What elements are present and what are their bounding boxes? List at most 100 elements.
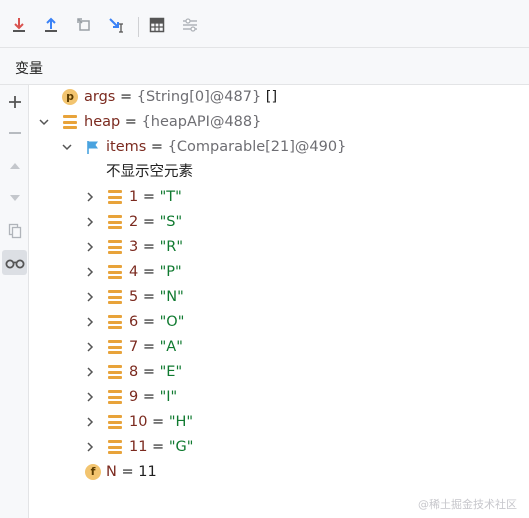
tree-row-text: 3 = "R" (129, 235, 183, 260)
string-value: "N" (159, 289, 184, 305)
variable-name: heap (84, 114, 121, 130)
array-index: 3 (129, 239, 139, 255)
tree-row-heap[interactable]: heap = {heapAPI@488} (30, 110, 529, 135)
array-index: 6 (129, 314, 139, 330)
add-icon (8, 95, 21, 108)
field-stack-icon (107, 289, 123, 305)
chevron-right-icon[interactable] (84, 366, 96, 378)
parameter-icon: p (62, 89, 78, 105)
debug-toolbar (0, 0, 529, 48)
chevron-down-icon[interactable] (38, 116, 50, 128)
field-stack-icon (107, 414, 123, 430)
chevron-right-icon[interactable] (84, 391, 96, 403)
chevron-right-icon[interactable] (84, 266, 96, 278)
tree-row-args[interactable]: p args = {String[0]@487} [] (30, 85, 529, 110)
equals-sign: = (147, 414, 169, 430)
chevron-right-icon[interactable] (84, 416, 96, 428)
variable-name: items (106, 139, 147, 155)
trace-current-stream-button[interactable] (177, 13, 203, 37)
equals-sign: = (120, 114, 142, 130)
chevron-right-icon[interactable] (84, 441, 96, 453)
chevron-down-icon[interactable] (61, 141, 73, 153)
field-stack-icon (107, 189, 123, 205)
array-entry-row[interactable]: 7 = "A" (30, 335, 529, 360)
equals-sign: = (138, 339, 160, 355)
equals-sign: = (138, 289, 160, 305)
chevron-right-icon[interactable] (84, 316, 96, 328)
array-index: 5 (129, 289, 139, 305)
array-entry-row[interactable]: 1 = "T" (30, 185, 529, 210)
field-stack-icon (107, 339, 123, 355)
array-entry-row[interactable]: 5 = "N" (30, 285, 529, 310)
field-stack-icon (107, 264, 123, 280)
array-entry-row[interactable]: 11 = "G" (30, 435, 529, 460)
hide-empty-elements-label: 不显示空元素 (106, 164, 193, 180)
variable-name: N (106, 464, 117, 480)
equals-sign: = (138, 389, 160, 405)
string-value: "P" (159, 264, 182, 280)
variable-name: args (84, 89, 116, 105)
array-entry-row[interactable]: 8 = "E" (30, 360, 529, 385)
equals-sign: = (138, 314, 160, 330)
drop-frame-icon (77, 18, 90, 31)
array-index: 11 (129, 439, 148, 455)
tree-row-hide-empty[interactable]: 不显示空元素 (30, 160, 529, 185)
tree-row-text: 11 = "G" (129, 435, 193, 460)
array-entry-row[interactable]: 10 = "H" (30, 410, 529, 435)
drop-frame-button[interactable] (71, 13, 97, 37)
remove-icon (8, 131, 21, 134)
duplicate-watch-button[interactable] (2, 218, 27, 243)
tree-row-n-field[interactable]: f N = 11 (30, 460, 529, 485)
trace-current-stream-icon (183, 18, 197, 32)
remove-watch-button[interactable] (2, 120, 27, 145)
int-value: 11 (138, 464, 157, 480)
tree-row-text: 2 = "S" (129, 210, 182, 235)
variables-tree: p args = {String[0]@487} [] heap = {heap… (30, 85, 529, 518)
tree-row-items[interactable]: items = {Comparable[21]@490} (30, 135, 529, 160)
toolbar-separator (138, 17, 139, 37)
array-entry-row[interactable]: 6 = "O" (30, 310, 529, 335)
array-index: 7 (129, 339, 139, 355)
equals-sign: = (138, 189, 160, 205)
evaluate-expression-button[interactable] (144, 13, 170, 37)
move-watch-down-button[interactable] (2, 185, 27, 210)
chevron-right-icon[interactable] (84, 341, 96, 353)
field-stack-icon (107, 239, 123, 255)
tree-row-text: 4 = "P" (129, 260, 182, 285)
object-reference: {heapAPI@488} (141, 114, 262, 130)
step-out-button[interactable] (38, 13, 64, 37)
show-watches-toggle[interactable] (2, 250, 27, 275)
chevron-right-icon[interactable] (84, 291, 96, 303)
chevron-right-icon[interactable] (84, 241, 96, 253)
watch-flag-icon (85, 139, 101, 155)
field-stack-icon (107, 389, 123, 405)
chevron-right-icon[interactable] (84, 191, 96, 203)
tree-row-text: 5 = "N" (129, 285, 184, 310)
move-watch-up-button[interactable] (2, 153, 27, 178)
equals-sign: = (138, 264, 160, 280)
array-index: 8 (129, 364, 139, 380)
chevron-right-icon[interactable] (84, 216, 96, 228)
array-entry-row[interactable]: 4 = "P" (30, 260, 529, 285)
field-stack-icon (107, 214, 123, 230)
equals-sign: = (116, 464, 139, 480)
run-to-cursor-button[interactable] (104, 13, 130, 37)
array-index: 9 (129, 389, 139, 405)
field-stack-icon (62, 114, 78, 130)
tab-variables[interactable]: 变量 (15, 58, 43, 78)
field-stack-icon (107, 364, 123, 380)
step-into-button[interactable] (6, 13, 32, 37)
object-reference: {Comparable[21]@490} (167, 139, 347, 155)
step-into-icon (13, 18, 25, 32)
array-entry-row[interactable]: 3 = "R" (30, 235, 529, 260)
tree-row-text: items = {Comparable[21]@490} (106, 135, 346, 160)
step-out-icon (45, 17, 57, 32)
tree-row-text: 7 = "A" (129, 335, 183, 360)
array-entry-row[interactable]: 2 = "S" (30, 210, 529, 235)
array-entry-row[interactable]: 9 = "I" (30, 385, 529, 410)
equals-sign: = (115, 89, 137, 105)
tree-row-text: args = {String[0]@487} [] (84, 85, 277, 110)
move-up-icon (9, 162, 20, 169)
equals-sign: = (146, 139, 168, 155)
new-watch-button[interactable] (2, 89, 27, 114)
